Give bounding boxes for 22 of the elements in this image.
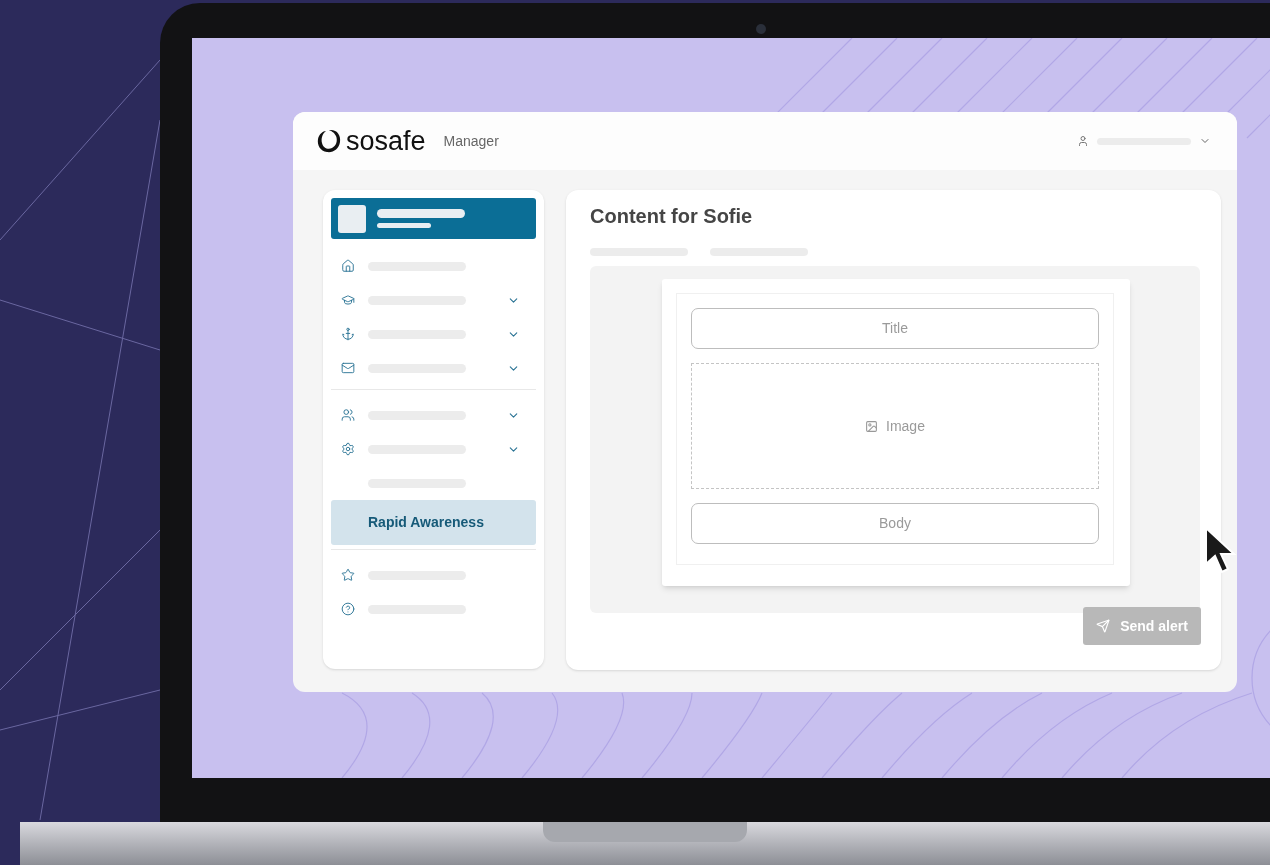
user-menu[interactable] — [1077, 135, 1211, 147]
star-icon — [341, 568, 355, 582]
user-icon — [1077, 135, 1089, 147]
page-title: Content for Sofie — [590, 204, 754, 228]
users-icon — [341, 408, 355, 422]
account-banner[interactable] — [331, 198, 536, 239]
send-icon — [1096, 619, 1111, 633]
anchor-icon — [341, 327, 355, 341]
image-icon — [865, 419, 879, 433]
image-dropzone[interactable]: Image — [691, 363, 1099, 489]
sidebar-item[interactable]: Rapid Awareness — [331, 500, 536, 545]
logo-text: sosafe — [346, 127, 426, 155]
mail-icon — [341, 361, 355, 375]
product-name: Manager — [443, 131, 499, 151]
graduation-cap-icon — [341, 293, 355, 307]
title-field[interactable]: Title — [691, 308, 1099, 349]
logo-icon — [315, 127, 343, 155]
home-icon — [341, 259, 355, 273]
help-icon — [341, 602, 355, 616]
settings-icon — [341, 442, 355, 456]
image-label: Image — [886, 416, 925, 436]
body-field[interactable]: Body — [691, 503, 1099, 544]
